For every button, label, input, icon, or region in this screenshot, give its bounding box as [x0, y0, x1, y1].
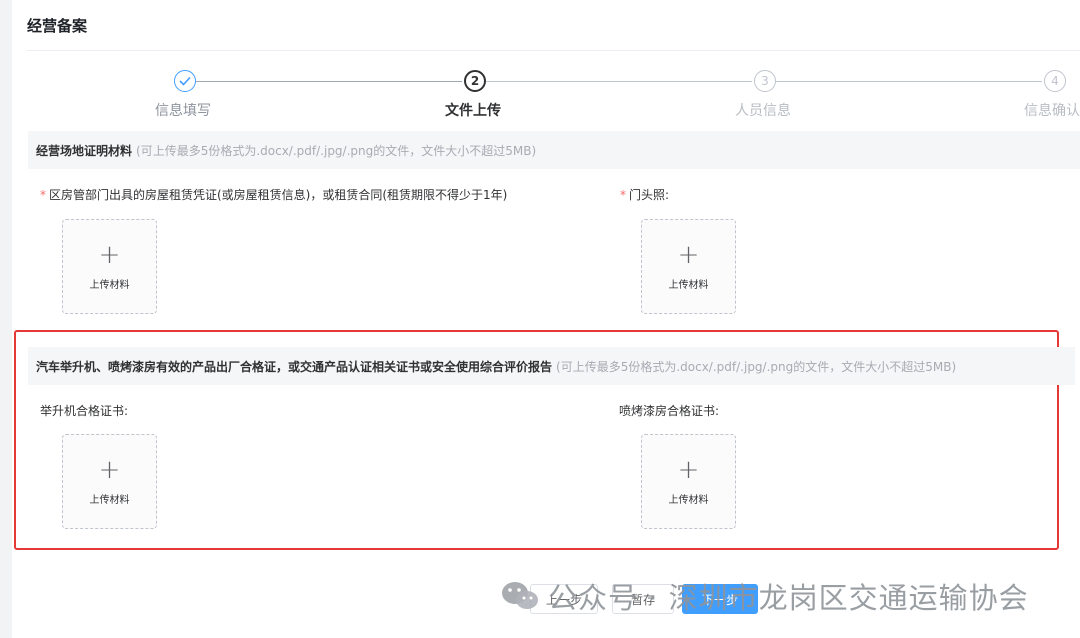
- step-connector-2: [486, 81, 752, 82]
- lease-proof-label-text: 区房管部门出具的房屋租赁凭证(或房屋租赁信息)，或租赁合同(租赁期限不得少于1年…: [49, 188, 508, 202]
- storefront-photo-label: * 门头照:: [620, 186, 669, 203]
- watermark: 公众号 · 深圳市龙岗区交通运输协会: [500, 575, 1029, 617]
- step-4-number: 4: [1044, 70, 1066, 92]
- plus-icon: +: [98, 455, 121, 485]
- section-site-proof-title: 经营场地证明材料: [36, 143, 133, 158]
- step-connector-3: [776, 81, 1042, 82]
- upload-text: 上传材料: [89, 495, 130, 506]
- title-divider: [27, 50, 1080, 51]
- lift-certificate-upload-button[interactable]: + 上传材料: [62, 434, 157, 529]
- plus-icon: +: [677, 240, 700, 270]
- section-certificates-hint: (可上传最多5份格式为.docx/.pdf/.jpg/.png的文件，文件大小不…: [556, 359, 957, 374]
- plus-icon: +: [677, 455, 700, 485]
- step-4-label: 信息确认: [1024, 103, 1080, 119]
- section-certificates-header: 汽车举升机、喷烤漆房有效的产品出厂合格证，或交通产品认证相关证书或安全使用综合评…: [28, 347, 1075, 385]
- lease-proof-label: * 区房管部门出具的房屋租赁凭证(或房屋租赁信息)，或租赁合同(租赁期限不得少于1…: [40, 186, 507, 203]
- section-certificates-title: 汽车举升机、喷烤漆房有效的产品出厂合格证，或交通产品认证相关证书或安全使用综合评…: [36, 359, 553, 374]
- wechat-icon: [502, 582, 538, 609]
- page-title: 经营备案: [27, 17, 88, 35]
- required-mark: *: [40, 188, 46, 202]
- upload-text: 上传材料: [668, 495, 709, 506]
- plus-icon: +: [98, 240, 121, 270]
- storefront-photo-upload-button[interactable]: + 上传材料: [641, 219, 736, 314]
- step-1-check-icon: [174, 70, 196, 92]
- section-site-proof-header: 经营场地证明材料 (可上传最多5份格式为.docx/.pdf/.jpg/.png…: [28, 131, 1080, 169]
- step-connector-1: [196, 81, 462, 82]
- step-3-number: 3: [754, 70, 776, 92]
- step-2-label: 文件上传: [445, 103, 501, 119]
- required-mark: *: [620, 188, 626, 202]
- paint-booth-certificate-label: 喷烤漆房合格证书:: [619, 404, 720, 418]
- watermark-text: 公众号 · 深圳市龙岗区交通运输协会: [548, 581, 1029, 615]
- paint-booth-certificate-upload-button[interactable]: + 上传材料: [641, 434, 736, 529]
- section-site-proof-hint: (可上传最多5份格式为.docx/.pdf/.jpg/.png的文件，文件大小不…: [136, 143, 537, 158]
- storefront-photo-label-text: 门头照:: [629, 188, 670, 202]
- step-3-label: 人员信息: [735, 103, 791, 119]
- step-1-label: 信息填写: [155, 103, 211, 119]
- step-2-number: 2: [464, 70, 486, 92]
- upload-text: 上传材料: [89, 280, 130, 291]
- lift-certificate-label: 举升机合格证书:: [40, 404, 129, 418]
- upload-text: 上传材料: [668, 280, 709, 291]
- lease-proof-upload-button[interactable]: + 上传材料: [62, 219, 157, 314]
